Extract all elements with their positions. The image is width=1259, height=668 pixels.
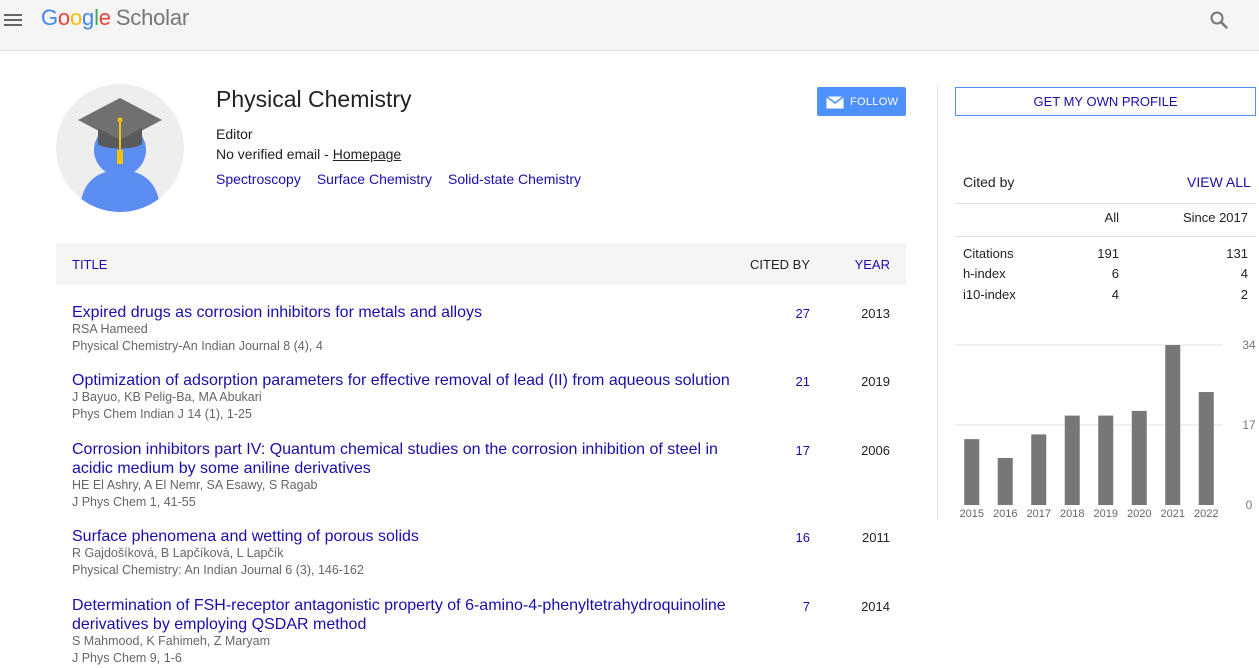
stats-row-i10-index: i10-index 4 2 (955, 287, 1256, 307)
divider (955, 203, 1256, 204)
chart-y-tick-label: 17 (1242, 418, 1256, 432)
email-status: No verified email - (216, 146, 333, 162)
article-venue: Phys Chem Indian J 14 (1), 1-25 (72, 407, 252, 421)
homepage-link[interactable]: Homepage (333, 146, 402, 162)
follow-label: FOLLOW (850, 96, 899, 108)
chart-bar (1165, 345, 1181, 505)
article-year: 2011 (862, 530, 890, 545)
logo-letter: e (98, 5, 111, 30)
stats-all-value: 4 (1111, 287, 1119, 302)
top-bar: Google Scholar (0, 0, 1259, 51)
interest-solid-state-chemistry[interactable]: Solid-state Chemistry (448, 171, 581, 187)
chart-x-tick-label: 2021 (1161, 508, 1185, 520)
logo-letter: o (69, 5, 83, 30)
cited-by-count-link[interactable]: 21 (796, 374, 810, 389)
chart-bar (1198, 392, 1214, 505)
chart-y-tick-label: 0 (1246, 498, 1253, 512)
article-year: 2013 (861, 306, 890, 321)
article-title-link[interactable]: Determination of FSH-receptor antagonist… (72, 596, 752, 634)
article-authors: J Bayuo, KB Pelig-Ba, MA Abukari (72, 390, 262, 404)
interest-surface-chemistry[interactable]: Surface Chemistry (317, 171, 432, 187)
stats-since-value: 2 (1240, 287, 1248, 302)
articles-table-header: TITLE CITED BY YEAR (56, 243, 906, 285)
sort-by-year[interactable]: YEAR (855, 257, 890, 272)
profile-name: Physical Chemistry (216, 86, 412, 112)
chart-y-tick-label: 34 (1242, 338, 1256, 352)
article-year: 2014 (861, 599, 890, 614)
graduate-avatar-icon (78, 98, 162, 212)
profile-avatar (56, 84, 184, 212)
article-venue: J Phys Chem 1, 41-55 (72, 495, 196, 509)
article-title-link[interactable]: Expired drugs as corrosion inhibitors fo… (72, 303, 752, 322)
column-divider (937, 86, 938, 520)
chart-bar (1064, 415, 1080, 505)
chart-x-tick-label: 2018 (1060, 508, 1084, 520)
article-authors: S Mahmood, K Fahimeh, Z Maryam (72, 634, 270, 648)
stats-label: i10-index (963, 287, 1016, 302)
logo-letter: G (41, 5, 58, 30)
envelope-icon (826, 96, 844, 109)
cited-by-count-link[interactable]: 27 (796, 306, 810, 321)
citations-per-year-chart: 34 17 0 2015 2016 2017 2018 2019 2020 2021 2022 (955, 338, 1256, 520)
stats-row-citations: Citations 191 131 (955, 246, 1256, 266)
search-icon[interactable] (1209, 10, 1229, 35)
article-title-link[interactable]: Corrosion inhibitors part IV: Quantum ch… (72, 440, 752, 478)
article-authors: RSA Hameed (72, 322, 148, 336)
cited-by-column-header: CITED BY (750, 257, 810, 272)
stats-header-row: All Since 2017 (955, 210, 1256, 230)
google-logo-wordmark: Google (41, 5, 111, 30)
follow-button[interactable]: FOLLOW (817, 87, 906, 116)
article-authors: R Gajdošíková, B Lapčíková, L Lapčík (72, 546, 284, 560)
view-all-link[interactable]: VIEW ALL (1187, 174, 1251, 190)
chart-bar (964, 439, 980, 505)
stats-label: h-index (963, 266, 1006, 281)
chart-bar (1031, 434, 1047, 505)
stats-since-value: 131 (1226, 246, 1248, 261)
google-scholar-logo[interactable]: Google Scholar (41, 5, 189, 31)
article-title-link[interactable]: Optimization of adsorption parameters fo… (72, 371, 752, 390)
stats-row-h-index: h-index 6 4 (955, 266, 1256, 286)
chart-x-tick-label: 2016 (993, 508, 1017, 520)
stats-label: Citations (963, 246, 1014, 261)
logo-letter: o (57, 5, 70, 30)
stats-since-value: 4 (1240, 266, 1248, 281)
sort-by-title[interactable]: TITLE (72, 257, 107, 272)
article-title-link[interactable]: Surface phenomena and wetting of porous … (72, 527, 752, 546)
article-venue: Physical Chemistry-An Indian Journal 8 (… (72, 339, 323, 353)
scholar-wordmark: Scholar (115, 5, 190, 30)
profile-affiliation: Editor (216, 126, 253, 142)
article-authors: HE El Ashry, A El Nemr, SA Esawy, S Raga… (72, 478, 318, 492)
cited-by-heading: Cited by (963, 174, 1015, 190)
menu-icon[interactable] (4, 11, 24, 27)
profile-email-line: No verified email - Homepage (216, 146, 401, 162)
stats-header-all: All (1104, 210, 1119, 225)
stats-all-value: 191 (1097, 246, 1119, 261)
cited-by-count-link[interactable]: 7 (803, 599, 810, 614)
interest-spectroscopy[interactable]: Spectroscopy (216, 171, 301, 187)
chart-x-tick-label: 2019 (1094, 508, 1118, 520)
research-interests: Spectroscopy Surface Chemistry Solid-state… (216, 171, 597, 187)
cited-by-count-link[interactable]: 17 (796, 443, 810, 458)
chart-x-tick-label: 2017 (1027, 508, 1051, 520)
chart-x-tick-label: 2022 (1194, 508, 1218, 520)
divider (955, 236, 1256, 237)
logo-letter: g (82, 5, 95, 30)
cited-by-count-link[interactable]: 16 (796, 530, 810, 545)
article-year: 2006 (861, 443, 890, 458)
stats-header-since: Since 2017 (1182, 210, 1248, 225)
chart-bar (1098, 415, 1114, 505)
get-my-own-profile-button[interactable]: GET MY OWN PROFILE (955, 87, 1256, 116)
chart-bar (1131, 410, 1147, 505)
chart-x-tick-label: 2015 (960, 508, 984, 520)
chart-x-tick-label: 2020 (1127, 508, 1151, 520)
stats-all-value: 6 (1111, 266, 1119, 281)
article-venue: Physical Chemistry: An Indian Journal 6 … (72, 563, 364, 577)
article-year: 2019 (861, 374, 890, 389)
chart-bar (997, 457, 1013, 505)
article-venue: J Phys Chem 9, 1-6 (72, 651, 182, 665)
